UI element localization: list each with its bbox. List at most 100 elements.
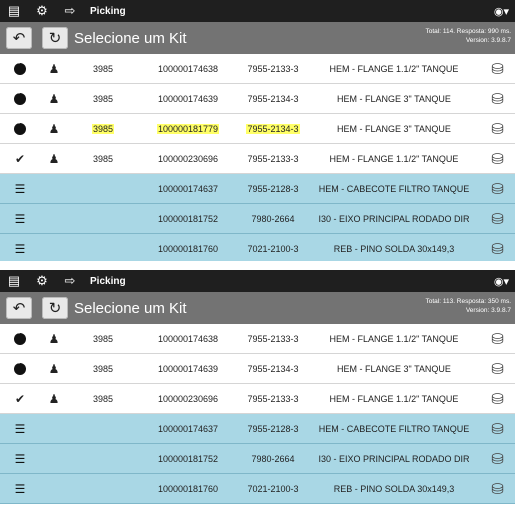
kit-list: ♟ 3985 100000174638 7955-2133-3 HEM - FLANGE… xyxy=(0,324,515,504)
kit-list: ♟ 3985 100000174638 7955-2133-3 HEM - FLANGE… xyxy=(0,54,515,261)
part-code-text: 7955-2134-3 xyxy=(246,123,300,134)
boxes-icon[interactable]: ⛁ xyxy=(480,330,515,348)
top-app-bar: ▤ ⚙ ⇨ Picking ◉▾ xyxy=(0,270,515,292)
kit-row[interactable]: ☰ 100000181760 7021-2100-3 REB - PINO SOLDA… xyxy=(0,474,515,504)
part-description-text: HEM - FLANGE 1.1/2" TANQUE xyxy=(329,153,459,164)
menu-list-icon[interactable]: ▤ xyxy=(0,0,28,22)
part-description-text: HEM - CABECOTE FILTRO TANQUE xyxy=(318,423,470,434)
part-code-text: 7955-2133-3 xyxy=(247,393,299,404)
part-code: 7021-2100-3 xyxy=(238,484,308,494)
part-description-text: HEM - FLANGE 1.1/2" TANQUE xyxy=(329,393,459,404)
undo-button[interactable]: ↶ xyxy=(6,297,32,319)
boxes-icon[interactable]: ⛁ xyxy=(480,90,515,108)
kit-id: 100000174639 xyxy=(138,94,238,104)
dots-circle-icon xyxy=(14,330,26,345)
order-number-text: 3985 xyxy=(92,333,114,344)
part-description-text: I30 - EIXO PRINCIPAL RODADO DIR xyxy=(318,213,470,224)
menu-list-icon[interactable]: ▤ xyxy=(0,270,28,292)
part-description: I30 - EIXO PRINCIPAL RODADO DIR xyxy=(308,454,480,464)
dots-circle-icon xyxy=(14,60,26,75)
boxes-icon[interactable]: ⛁ xyxy=(480,180,515,198)
kit-row[interactable]: ✔ ♟ 3985 100000230696 7955-2133-3 HEM - FLANG… xyxy=(0,144,515,174)
kit-id-text: 100000174637 xyxy=(157,423,219,434)
part-code-text: 7021-2100-3 xyxy=(247,483,299,494)
top-screen: ▤ ⚙ ⇨ Picking ◉▾ ↶ ↻ Selecione um Kit To… xyxy=(0,0,515,261)
boxes-icon[interactable]: ⛁ xyxy=(480,360,515,378)
more-dots-icon xyxy=(0,360,40,375)
kit-id-text: 100000181760 xyxy=(157,483,219,494)
user-icon: ♟ xyxy=(48,61,60,76)
status-info: Total: 113. Resposta: 350 ms. Version: 3… xyxy=(425,297,511,315)
part-code: 7955-2134-3 xyxy=(238,364,308,374)
status-version: Version: 3.9.8.7 xyxy=(465,307,511,314)
exit-icon[interactable]: ⇨ xyxy=(56,270,84,292)
kit-row[interactable]: ☰ 100000181752 7980-2664 I30 - EIXO PRINCIP… xyxy=(0,444,515,474)
kit-id: 100000181779 xyxy=(138,123,238,134)
part-code: 7955-2133-3 xyxy=(238,64,308,74)
part-description: HEM - FLANGE 3" TANQUE xyxy=(308,124,480,134)
app-title: Picking xyxy=(90,275,126,287)
title-bar: ↶ ↻ Selecione um Kit Total: 113. Respost… xyxy=(0,292,515,324)
refresh-button[interactable]: ↻ xyxy=(42,297,68,319)
gear-icon[interactable]: ⚙ xyxy=(28,0,56,22)
bottom-screen: ▤ ⚙ ⇨ Picking ◉▾ ↶ ↻ Selecione um Kit To… xyxy=(0,270,515,509)
kit-row[interactable]: ☰ 100000174637 7955-2128-3 HEM - CABECOTE F… xyxy=(0,174,515,204)
kit-id-text: 100000230696 xyxy=(157,393,219,404)
boxes-icon[interactable]: ⛁ xyxy=(480,60,515,78)
kit-row[interactable]: ☰ 100000181760 7021-2100-3 REB - PINO SOLDA… xyxy=(0,234,515,261)
part-code: 7955-2128-3 xyxy=(238,184,308,194)
status-version: Version: 3.9.8.7 xyxy=(465,37,511,44)
part-code: 7955-2128-3 xyxy=(238,424,308,434)
kit-row[interactable]: ♟ 3985 100000174638 7955-2133-3 HEM - FLANGE… xyxy=(0,324,515,354)
list-icon: ☰ xyxy=(14,451,26,466)
boxes-icon[interactable]: ⛁ xyxy=(480,240,515,258)
kit-row[interactable]: ☰ 100000174637 7955-2128-3 HEM - CABECOTE F… xyxy=(0,414,515,444)
camera-icon[interactable]: ◉▾ xyxy=(494,0,509,22)
dots-circle-icon xyxy=(14,360,26,375)
boxes-icon[interactable]: ⛁ xyxy=(480,450,515,468)
boxes-icon[interactable]: ⛁ xyxy=(480,210,515,228)
kit-id: 100000181760 xyxy=(138,484,238,494)
refresh-button[interactable]: ↻ xyxy=(42,27,68,49)
part-description-text: HEM - FLANGE 3" TANQUE xyxy=(337,363,451,374)
kit-id: 100000174637 xyxy=(138,184,238,194)
kit-id-text: 100000174639 xyxy=(157,363,219,374)
order-number: 3985 xyxy=(68,364,138,374)
order-number: 3985 xyxy=(68,64,138,74)
user-icon: ♟ xyxy=(48,121,60,136)
kit-row[interactable]: ♟ 3985 100000181779 7955-2134-3 HEM - FLANGE… xyxy=(0,114,515,144)
kit-id: 100000174639 xyxy=(138,364,238,374)
kit-row[interactable]: ✔ ♟ 3985 100000230696 7955-2133-3 HEM - FLANG… xyxy=(0,384,515,414)
kit-row[interactable]: ♟ 3985 100000174639 7955-2134-3 HEM - FLANGE… xyxy=(0,84,515,114)
camera-icon[interactable]: ◉▾ xyxy=(494,270,509,292)
exit-icon[interactable]: ⇨ xyxy=(56,0,84,22)
part-description: HEM - CABECOTE FILTRO TANQUE xyxy=(308,184,480,194)
kit-id: 100000181752 xyxy=(138,214,238,224)
check-icon: ✔ xyxy=(14,391,26,406)
boxes-icon[interactable]: ⛁ xyxy=(480,120,515,138)
undo-button[interactable]: ↶ xyxy=(6,27,32,49)
kit-id: 100000181752 xyxy=(138,454,238,464)
part-code-text: 7955-2128-3 xyxy=(247,183,299,194)
user-icon: ♟ xyxy=(48,91,60,106)
part-description-text: HEM - CABECOTE FILTRO TANQUE xyxy=(318,183,470,194)
boxes-icon[interactable]: ⛁ xyxy=(480,390,515,408)
order-number-text: 3985 xyxy=(92,93,114,104)
boxes-icon[interactable]: ⛁ xyxy=(480,480,515,498)
boxes-icon[interactable]: ⛁ xyxy=(480,150,515,168)
part-description: REB - PINO SOLDA 30x149,3 xyxy=(308,484,480,494)
dots-circle-icon xyxy=(14,120,26,135)
gear-icon[interactable]: ⚙ xyxy=(28,270,56,292)
order-number-text: 3985 xyxy=(92,63,114,74)
part-description-text: HEM - FLANGE 3" TANQUE xyxy=(337,93,451,104)
part-description: HEM - FLANGE 3" TANQUE xyxy=(308,364,480,374)
more-dots-icon xyxy=(0,120,40,135)
part-description-text: HEM - FLANGE 1.1/2" TANQUE xyxy=(329,63,459,74)
kit-row[interactable]: ☰ 100000181752 7980-2664 I30 - EIXO PRINCIP… xyxy=(0,204,515,234)
kit-row[interactable]: ♟ 3985 100000174638 7955-2133-3 HEM - FLANGE… xyxy=(0,54,515,84)
kit-row[interactable]: ♟ 3985 100000174639 7955-2134-3 HEM - FLANGE… xyxy=(0,354,515,384)
boxes-icon[interactable]: ⛁ xyxy=(480,420,515,438)
kit-id-text: 100000181752 xyxy=(157,453,219,464)
more-dots-icon xyxy=(0,60,40,75)
kit-id-text: 100000174638 xyxy=(157,333,219,344)
